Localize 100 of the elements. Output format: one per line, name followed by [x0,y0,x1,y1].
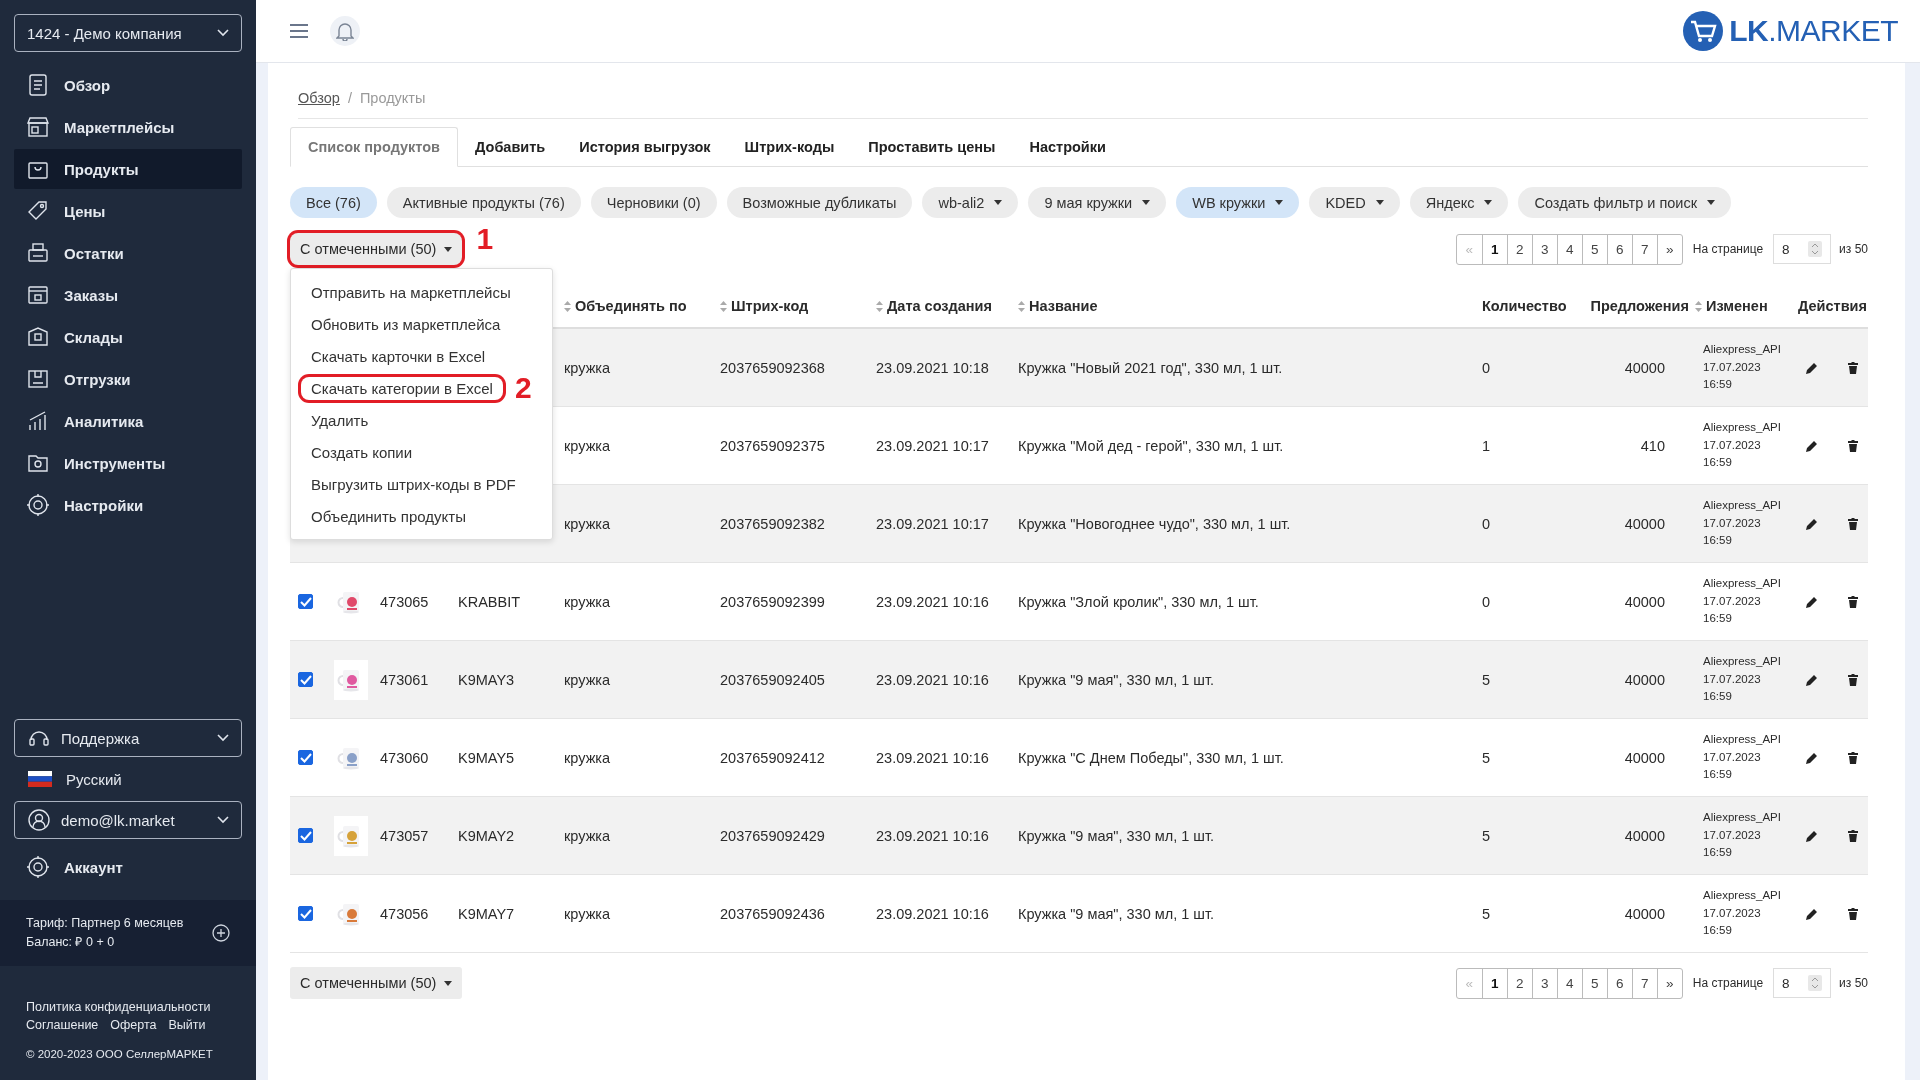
delete-button[interactable] [1848,595,1858,608]
delete-button[interactable] [1848,907,1858,920]
nav-item[interactable]: Заказы [14,275,242,315]
nav-item[interactable]: Склады [14,317,242,357]
per-page-field[interactable]: 8 [1773,968,1832,998]
nav-item[interactable]: Продукты [14,149,242,189]
filter-chip[interactable]: Черновики (0) [590,187,717,218]
edit-button[interactable] [1806,439,1818,452]
row-checkbox[interactable] [298,906,313,921]
delete-button[interactable] [1848,673,1858,686]
row-checkbox[interactable] [298,828,313,843]
company-select[interactable]: 1424 - Демо компания [14,14,242,52]
filter-chip[interactable]: Все (76) [290,187,377,218]
copyright-text: © 2020-2023 ООО СеллерМАРКЕТ [26,1048,214,1060]
page-button[interactable]: 3 [1531,234,1557,264]
menu-item[interactable]: Скачать категории в Excel [301,376,503,400]
footer-link[interactable]: Выйти [168,1018,206,1032]
delete-button[interactable] [1848,751,1858,764]
account-item[interactable]: Аккаунт [14,847,242,887]
add-balance-button[interactable] [212,924,230,942]
filter-chip[interactable]: Возможные дубликаты [726,187,913,218]
user-select[interactable]: demo@lk.market [14,801,242,839]
delete-button[interactable] [1848,439,1858,452]
tab[interactable]: Проставить цены [851,127,1013,166]
edit-button[interactable] [1806,673,1818,686]
edit-button[interactable] [1806,907,1818,920]
row-checkbox[interactable] [298,672,313,687]
edit-button[interactable] [1806,751,1818,764]
tab[interactable]: Добавить [458,127,563,166]
page-button[interactable]: 5 [1581,968,1607,998]
row-checkbox[interactable] [298,750,313,765]
menu-item[interactable]: Создать копии [301,440,423,464]
per-page-label: На странице [1692,976,1764,990]
footer-link[interactable]: Оферта [110,1018,157,1032]
column-header[interactable]: Изменен [1695,298,1768,314]
notifications-button[interactable] [330,16,360,46]
delete-button[interactable] [1848,361,1858,374]
menu-item[interactable]: Скачать карточки в Excel [301,344,496,368]
menu-item[interactable]: Выгрузить штрих-коды в PDF [301,472,526,496]
privacy-link[interactable]: Политика конфиденциальности [26,1000,230,1014]
row-checkbox[interactable] [298,594,313,609]
page-button[interactable]: 7 [1631,968,1657,998]
article-code: K9MAY2 [458,827,515,844]
menu-item[interactable]: Удалить [301,408,379,432]
language-item[interactable]: Русский [14,759,242,799]
nav-item[interactable]: Отгрузки [14,359,242,399]
filter-chip[interactable]: Создать фильтр и поиск [1518,187,1731,218]
filter-chip[interactable]: 9 мая кружки [1028,187,1167,218]
filter-chip[interactable]: KDED [1309,187,1400,218]
breadcrumb-link[interactable]: Обзор [298,90,340,106]
per-page-field[interactable]: 8 [1773,234,1832,264]
footer-link[interactable]: Соглашение [26,1018,99,1032]
bulk-actions-button[interactable]: С отмеченными (50) [290,967,463,999]
bulk-actions-button[interactable]: С отмеченными (50) [290,233,463,265]
tab[interactable]: История выгрузок [562,127,728,166]
page-button[interactable]: 3 [1531,968,1557,998]
nav-item[interactable]: Инструменты [14,443,242,483]
edit-button[interactable] [1806,517,1818,530]
page-button[interactable]: 4 [1556,234,1582,264]
next-page-button[interactable]: » [1656,234,1682,264]
menu-item[interactable]: Обновить из маркетплейса [301,312,511,336]
column-header[interactable]: Объединять по [564,298,687,314]
page-button[interactable]: 6 [1606,234,1632,264]
column-header: Количество [1482,298,1567,314]
created-date: 23.09.2021 10:17 [876,515,989,532]
tab[interactable]: Штрих-коды [727,127,852,166]
delete-button[interactable] [1848,829,1858,842]
edit-button[interactable] [1806,829,1818,842]
nav-item[interactable]: Обзор [14,65,242,105]
page-button[interactable]: 2 [1506,234,1532,264]
filter-chip[interactable]: WB кружки [1176,187,1300,218]
page-button[interactable]: 2 [1506,968,1532,998]
page-button[interactable]: 5 [1581,234,1607,264]
delete-button[interactable] [1848,517,1858,530]
filter-chip[interactable]: Яндекс [1409,187,1509,218]
column-header[interactable]: Название [1018,298,1098,314]
filter-chip[interactable]: Активные продукты (76) [386,187,581,218]
menu-button[interactable] [290,24,308,38]
menu-item[interactable]: Отправить на маркетплейсы [301,280,521,304]
nav-item[interactable]: Цены [14,191,242,231]
page-button[interactable]: 1 [1481,234,1507,264]
tab[interactable]: Настройки [1012,127,1123,166]
tab[interactable]: Список продуктов [290,127,458,167]
nav-item[interactable]: Аналитика [14,401,242,441]
menu-item[interactable]: Объединить продукты [301,504,476,528]
page-button[interactable]: 1 [1481,968,1507,998]
edit-button[interactable] [1806,361,1818,374]
support-select[interactable]: Поддержка [14,719,242,757]
nav-item[interactable]: Маркетплейсы [14,107,242,147]
column-header[interactable]: Дата создания [876,298,992,314]
page-button[interactable]: 6 [1606,968,1632,998]
product-name: Кружка "С Днем Победы", 330 мл, 1 шт. [1018,749,1284,766]
page-button[interactable]: 4 [1556,968,1582,998]
nav-item[interactable]: Остатки [14,233,242,273]
edit-button[interactable] [1806,595,1818,608]
column-header[interactable]: Штрих-код [720,298,809,314]
page-button[interactable]: 7 [1631,234,1657,264]
next-page-button[interactable]: » [1656,968,1682,998]
filter-chip[interactable]: wb-ali2 [922,187,1019,218]
nav-item[interactable]: Настройки [14,485,242,525]
